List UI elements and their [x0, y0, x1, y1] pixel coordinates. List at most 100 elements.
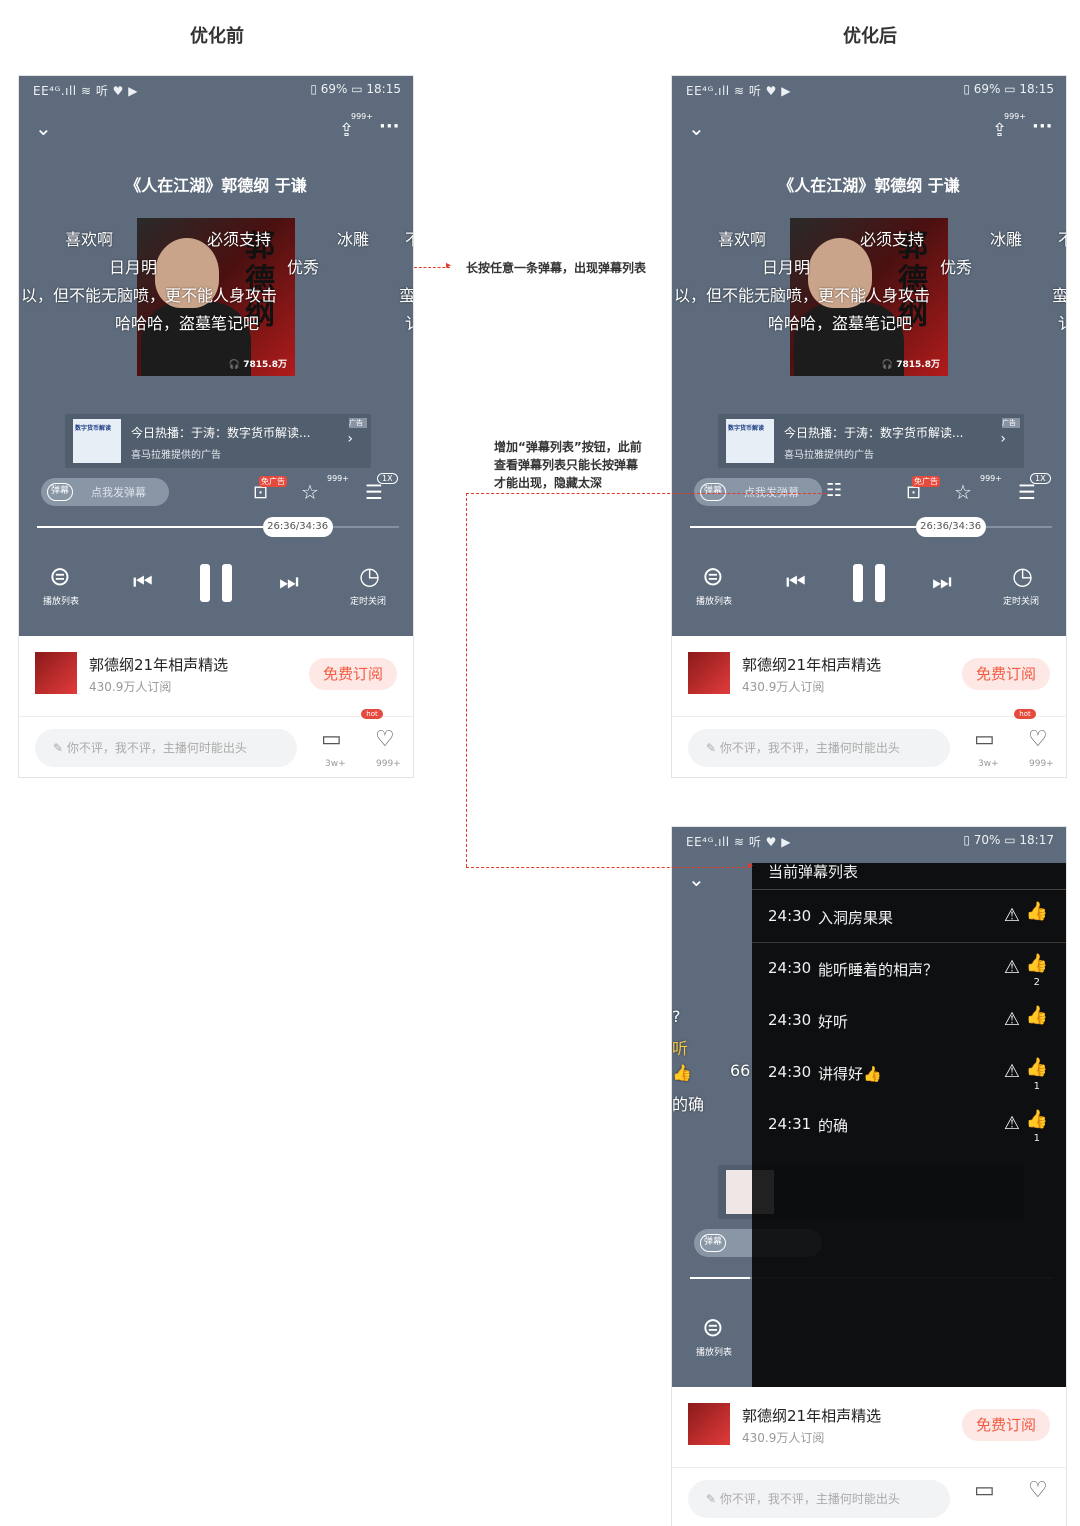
danmaku-item[interactable]: 哈哈哈，盗墓笔记吧 [768, 310, 912, 334]
danmaku-item[interactable]: 蛮 [1052, 282, 1066, 306]
share-icon[interactable]: ⇪ [339, 120, 354, 141]
danmaku-item[interactable]: 必须支持 [860, 226, 924, 250]
danmaku-item[interactable]: 必须支持 [207, 226, 271, 250]
heart-icon[interactable]: ♡ [1028, 1478, 1048, 1503]
chevron-down-icon[interactable]: ⌄ [688, 116, 705, 140]
report-icon[interactable]: ⚠ [1004, 905, 1020, 926]
danmaku-item[interactable]: 日月明 [109, 254, 157, 278]
comment-bar: ✎ 你不评，我不评，主播何时能出头 hot ▭ 3w+ ♡ 999+ [19, 709, 413, 777]
album-row[interactable]: 郭德纲21年相声精选 430.9万人订阅 免费订阅 [672, 1387, 1066, 1467]
danmaku-item[interactable]: 讠 [1058, 310, 1066, 334]
thumbs-up-icon[interactable]: 👍 [1026, 1109, 1048, 1130]
danmaku-item[interactable]: 优秀 [940, 254, 972, 278]
playlist-icon[interactable]: ⊜ [702, 562, 724, 592]
danmaku-list-row[interactable]: 24:30 讲得好👍 ⚠ 👍 1 [752, 1047, 1066, 1099]
phone-before: EE⁴ᴳ.ıll ≋ 听 ♥ ▶ ▯ 69% ▭ 18:15 ⌄ ⇪ 999+ … [18, 75, 414, 778]
progress-time[interactable]: 26:36/34:36 [915, 517, 986, 537]
pause-button[interactable] [853, 564, 885, 602]
danmaku-item[interactable]: 不 [405, 226, 413, 250]
danmaku-item[interactable]: 日月明 [762, 254, 810, 278]
heart-icon[interactable]: ♡ [1028, 727, 1048, 752]
danmaku-text: 入洞房果果 [818, 909, 894, 927]
danmaku-item[interactable]: 冰雕 [337, 226, 369, 250]
danmaku-item[interactable]: 以，但不能无脑喷，更不能人身攻击 [674, 282, 930, 306]
subscribe-button[interactable]: 免费订阅 [962, 1409, 1050, 1441]
ad-tag: 广告 [1002, 418, 1020, 428]
playlist-icon[interactable]: ⊜ [49, 562, 71, 592]
album-row[interactable]: 郭德纲21年相声精选 430.9万人订阅 免费订阅 [19, 636, 413, 716]
next-icon[interactable]: ⏭ [932, 570, 952, 595]
progress-time[interactable]: 26:36/34:36 [262, 517, 333, 537]
message-count: 3w+ [325, 759, 346, 769]
danmaku-list-row[interactable]: 24:30 好听 ⚠ 👍 [752, 995, 1066, 1047]
report-icon[interactable]: ⚠ [1004, 1009, 1020, 1030]
comment-input[interactable]: ✎ 你不评，我不评，主播何时能出头 [688, 729, 950, 767]
report-icon[interactable]: ⚠ [1004, 1113, 1020, 1134]
report-icon[interactable]: ⚠ [1004, 1061, 1020, 1082]
status-left: EE⁴ᴳ.ıll ≋ 听 ♥ ▶ [686, 835, 791, 849]
subscribe-button[interactable]: 免费订阅 [309, 658, 397, 690]
danmaku-item[interactable]: 不 [1058, 226, 1066, 250]
danmaku-item[interactable]: 以，但不能无脑喷，更不能人身攻击 [21, 282, 277, 306]
comment-input[interactable]: ✎ 你不评，我不评，主播何时能出头 [35, 729, 297, 767]
thumbs-up-icon[interactable]: 👍 [1026, 1005, 1048, 1026]
danmaku-list-icon[interactable]: ☷ [826, 480, 842, 501]
playlist-icon[interactable]: ⊜ [702, 1313, 724, 1343]
more-icon[interactable]: ··· [379, 116, 400, 137]
chevron-right-icon: › [1000, 431, 1006, 447]
album-subscribers: 430.9万人订阅 [742, 680, 825, 694]
like-count: 999+ [1029, 759, 1054, 769]
danmaku-toggle[interactable]: 弹幕 [47, 483, 73, 501]
subscribe-button[interactable]: 免费订阅 [962, 658, 1050, 690]
heart-icon[interactable]: ♡ [375, 727, 395, 752]
share-count: 999+ [351, 112, 373, 121]
danmaku-text: 讲得好👍 [818, 1065, 882, 1083]
danmaku-toggle[interactable]: 弹幕 [700, 1234, 726, 1252]
more-icon[interactable]: ··· [1032, 116, 1053, 137]
progress-bar[interactable]: 26:36/34:36 [37, 517, 399, 537]
call-star-icon[interactable]: ☆ [954, 480, 972, 504]
danmaku-item[interactable]: 冰雕 [990, 226, 1022, 250]
danmaku-item[interactable]: 喜欢啊 [65, 226, 113, 250]
danmaku-input-pill[interactable]: 弹幕 点我发弹幕 [694, 478, 822, 506]
thumbs-up-icon[interactable]: 👍 [1026, 901, 1048, 922]
timer-icon[interactable]: ◷ [1012, 562, 1033, 590]
danmaku-toggle[interactable]: 弹幕 [700, 483, 726, 501]
chevron-down-icon[interactable]: ⌄ [688, 867, 705, 891]
danmaku-time: 24:30 [768, 959, 812, 977]
message-icon[interactable]: ▭ [974, 727, 995, 752]
ad-banner[interactable]: 数字货币解读 今日热播：于涛：数字货币解读... 喜马拉雅提供的广告 广告 › [65, 414, 371, 468]
danmaku-input-pill[interactable]: 弹幕 点我发弹幕 [41, 478, 169, 506]
danmaku-item[interactable]: 讠 [405, 310, 413, 334]
comment-input[interactable]: ✎ 你不评，我不评，主播何时能出头 [688, 1480, 950, 1518]
danmaku-peek: 👍 [672, 1063, 692, 1082]
ad-banner[interactable]: 数字货币解读 今日热播：于涛：数字货币解读... 喜马拉雅提供的广告 广告 › [718, 414, 1024, 468]
danmaku-item[interactable]: 优秀 [287, 254, 319, 278]
danmaku-item[interactable]: 蛮 [399, 282, 413, 306]
thumbs-up-icon[interactable]: 👍 [1026, 1057, 1048, 1078]
message-icon[interactable]: ▭ [321, 727, 342, 752]
danmaku-item[interactable]: 喜欢啊 [718, 226, 766, 250]
share-icon[interactable]: ⇪ [992, 120, 1007, 141]
status-bar: EE⁴ᴳ.ıll ≋ 听 ♥ ▶ ▯ 70% ▭ 18:17 [686, 833, 1054, 849]
album-row[interactable]: 郭德纲21年相声精选 430.9万人订阅 免费订阅 [672, 636, 1066, 716]
chevron-down-icon[interactable]: ⌄ [35, 116, 52, 140]
track-title: 《人在江湖》郭德纲 于谦 [125, 176, 307, 195]
danmaku-list-row[interactable]: 24:30 能听睡着的相声？ ⚠ 👍 2 [752, 943, 1066, 995]
status-bar: EE⁴ᴳ.ıll ≋ 听 ♥ ▶ ▯ 69% ▭ 18:15 [33, 82, 401, 98]
progress-bar[interactable]: 26:36/34:36 [690, 517, 1052, 537]
timer-icon[interactable]: ◷ [359, 562, 380, 590]
pause-button[interactable] [200, 564, 232, 602]
next-icon[interactable]: ⏭ [279, 570, 299, 595]
previous-icon[interactable]: ⏮ [786, 570, 806, 595]
danmaku-hint: 点我发弹幕 [91, 486, 146, 499]
danmaku-item[interactable]: 哈哈哈，盗墓笔记吧 [115, 310, 259, 334]
report-icon[interactable]: ⚠ [1004, 957, 1020, 978]
call-star-icon[interactable]: ☆ [301, 480, 319, 504]
thumbs-up-icon[interactable]: 👍 [1026, 953, 1048, 974]
message-icon[interactable]: ▭ [974, 1478, 995, 1503]
danmaku-list-row[interactable]: 24:30 入洞房果果 ⚠ 👍 [752, 891, 1066, 943]
previous-icon[interactable]: ⏮ [133, 570, 153, 595]
danmaku-text: 好听 [818, 1013, 849, 1031]
danmaku-list-row[interactable]: 24:31 的确 ⚠ 👍 1 [752, 1099, 1066, 1151]
